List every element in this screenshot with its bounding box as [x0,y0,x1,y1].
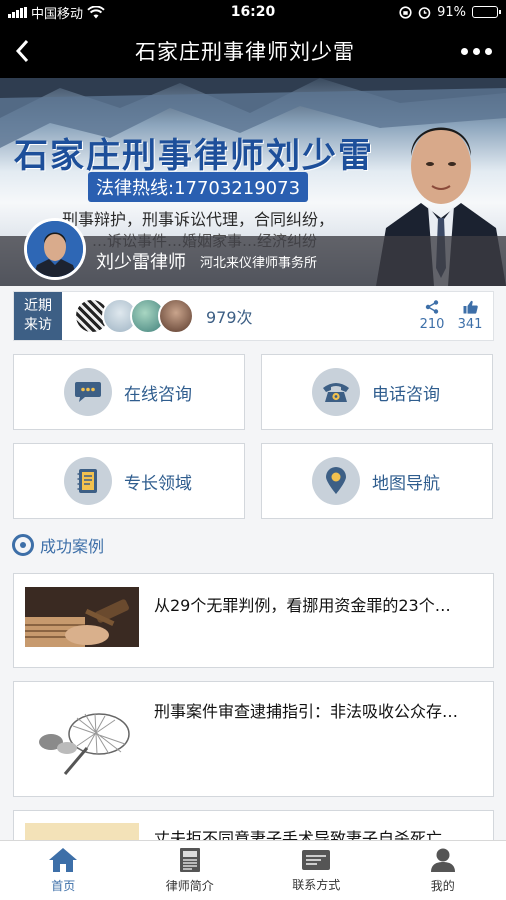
tab-contact[interactable]: 联系方式 [253,841,380,900]
tab-mine-label: 我的 [430,879,455,893]
more-dot-icon [472,47,480,55]
recent-visitors-label: 近期 来访 [14,292,62,340]
tab-profile-label: 律师简介 [165,879,214,893]
case-thumbnail-gavel [25,587,139,647]
visitor-avatar [158,298,194,334]
success-cases-header: 成功案例 [12,533,104,557]
tab-bar: 首页 律师简介 联系方式 我的 [0,840,506,900]
banner-services: 刑事辩护，刑事诉讼代理，合同纠纷， [62,210,335,229]
map-navigation-button[interactable]: 地图导航 [261,443,493,519]
thumbs-up-icon [463,300,478,314]
battery-icon [472,6,501,18]
signal-icon [8,6,27,18]
telephone-icon [312,368,360,416]
tab-contact-label: 联系方式 [292,878,341,892]
share-icon [425,300,439,314]
lawyer-name: 刘少雷律师 [96,252,186,273]
expertise-button[interactable]: 专长领域 [13,443,245,519]
recent-label-line1: 近期 [24,298,52,314]
more-button[interactable] [446,24,506,78]
home-icon [49,848,78,872]
case-item[interactable]: 从29个无罪判例，看挪用资金罪的23个… [13,573,494,668]
tab-home-label: 首页 [51,879,76,893]
status-bar: 中国移动 16:20 91% [0,0,506,24]
case-thumbnail-net [25,704,139,780]
user-icon [430,848,455,872]
like-button[interactable]: 341 [451,300,489,332]
case-title: 从29个无罪判例，看挪用资金罪的23个… [154,596,451,615]
recent-visitors[interactable]: 近期 来访 979次 210 341 [13,291,494,341]
tab-profile[interactable]: 律师简介 [127,841,254,900]
newspaper-icon [179,848,200,872]
back-button[interactable] [0,24,44,78]
avatar[interactable] [24,218,86,280]
more-dot-icon [484,47,492,55]
tab-home[interactable]: 首页 [0,841,127,900]
online-consult-label: 在线咨询 [124,384,192,405]
chat-bubble-icon [64,368,112,416]
like-count: 341 [457,317,483,332]
battery-percent: 91% [437,4,466,20]
success-cases-title: 成功案例 [40,537,105,556]
nav-bar: 石家庄刑事律师刘少雷 [0,24,506,78]
visitor-avatars [74,298,194,334]
more-dot-icon [460,47,468,55]
visit-count: 979次 [206,308,253,327]
case-title: 刑事案件审查逮捕指引：非法吸收公众存… [154,702,459,721]
clock: 16:20 [230,4,276,20]
case-item[interactable]: 刑事案件审查逮捕指引：非法吸收公众存… [13,681,494,797]
profile-banner[interactable]: 石家庄刑事律师刘少雷 法律热线:17703219073 刑事辩护，刑事诉讼代理，… [0,78,506,286]
share-button[interactable]: 210 [413,300,451,332]
cog-icon [12,534,34,556]
banner-title: 石家庄刑事律师刘少雷 [14,136,374,176]
page-title: 石家庄刑事律师刘少雷 [135,40,355,64]
online-consult-button[interactable]: 在线咨询 [13,354,245,430]
contact-card-icon [302,850,331,870]
carrier-label: 中国移动 [31,6,84,22]
alarm-icon [418,6,431,19]
lawyer-avatar-image [27,221,83,277]
wifi-icon [87,5,105,18]
law-firm: 河北来仪律师事务所 [200,256,318,271]
map-pin-icon [312,457,360,505]
rotation-lock-icon [399,5,412,19]
expertise-label: 专长领域 [124,473,192,494]
tab-mine[interactable]: 我的 [380,841,506,900]
banner-hotline: 法律热线:17703219073 [88,172,309,202]
share-count: 210 [419,317,445,332]
map-navigation-label: 地图导航 [372,473,440,494]
recent-label-line2: 来访 [24,317,52,333]
notebook-icon [64,457,112,505]
phone-consult-label: 电话咨询 [372,384,440,405]
chevron-left-icon [15,39,29,63]
phone-consult-button[interactable]: 电话咨询 [261,354,493,430]
